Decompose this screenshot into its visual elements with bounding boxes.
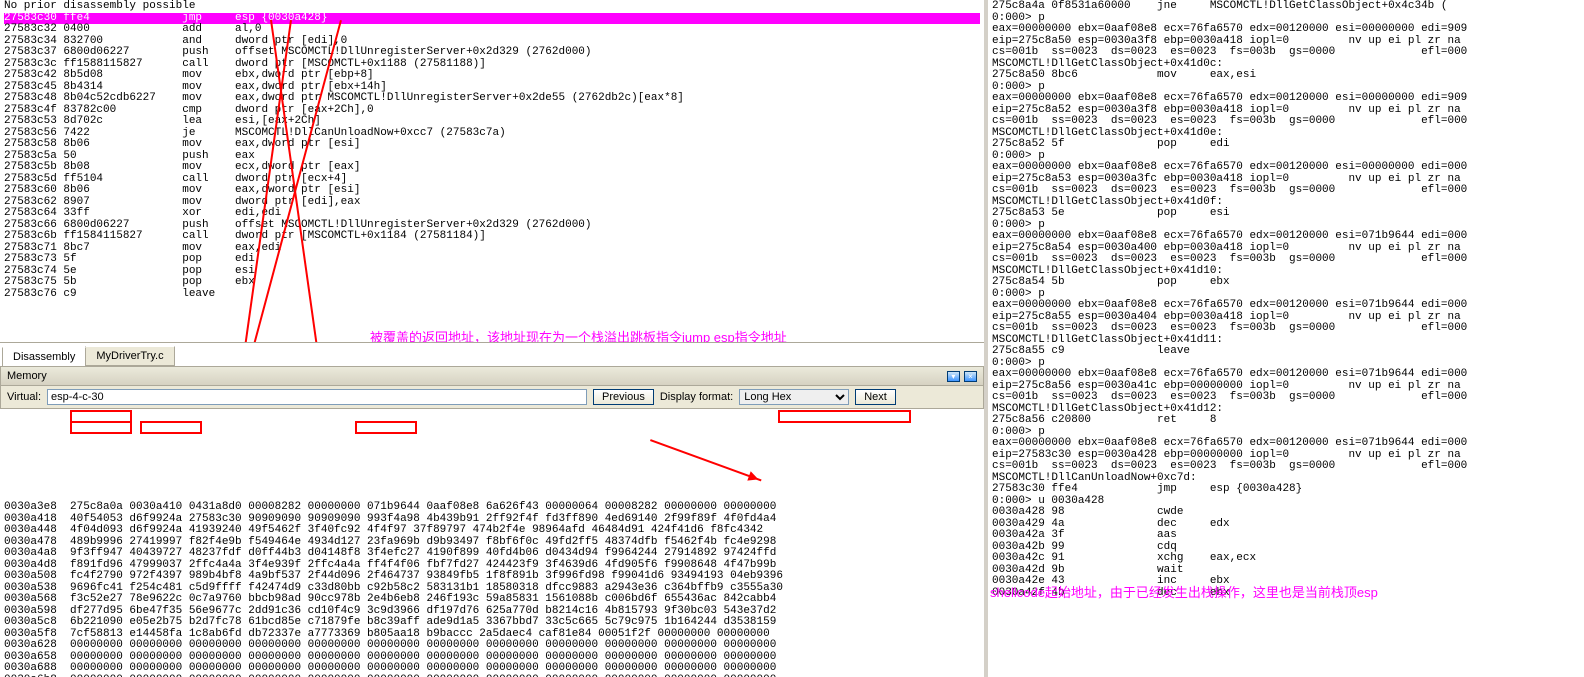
output-line: 0030a42c 91 xchg eax,ecx [992,553,1580,565]
disasm-row[interactable]: 27583c58 8b06 mov eax,dword ptr [esi] [4,139,980,151]
output-line: eax=00000000 ebx=0aaf08e8 ecx=76fa6570 e… [992,231,1580,243]
disasm-row[interactable]: 27583c42 8b5d08 mov ebx,dword ptr [ebp+8… [4,70,980,82]
disasm-row[interactable]: 27583c48 8b04c52cdb6227 mov eax,dword pt… [4,93,980,105]
output-line: 275c8a56 c20800 ret 8 [992,415,1580,427]
window-controls: ▾ × [946,370,977,382]
output-line: 275c8a55 c9 leave [992,346,1580,358]
output-line: 275c8a53 5e pop esi [992,208,1580,220]
memory-row: 0030a508 fc4f2790 972f4397 989b4bf8 4a9b… [4,571,980,583]
disasm-row[interactable]: 27583c53 8d702c lea esi,[eax+2Ch] [4,116,980,128]
output-line: 275c8a50 8bc6 mov eax,esi [992,70,1580,82]
arrow-to-shellcode [650,439,762,481]
redbox-5 [778,410,911,423]
memory-title: Memory [7,370,47,382]
disasm-row[interactable]: 27583c5b 8b08 mov ecx,dword ptr [eax] [4,162,980,174]
output-line: 275c8a4a 0f8531a60000 jne MSCOMCTL!DllGe… [992,1,1580,13]
disassembly-panel: No prior disassembly possible 27583c30 f… [0,0,984,342]
tab-bar: Disassembly MyDriverTry.c [0,342,984,366]
memory-row: 0030a628 00000000 00000000 00000000 0000… [4,640,980,652]
memory-row: 0030a688 00000000 00000000 00000000 0000… [4,663,980,675]
disasm-row[interactable]: 27583c73 5f pop edi [4,254,980,266]
memory-row: 0030a3e8 275c8a0a 0030a410 0431a8d0 0000… [4,502,980,514]
dropdown-icon[interactable]: ▾ [947,371,960,382]
output-line: 0030a42a 3f aas [992,530,1580,542]
command-output-panel[interactable]: 275c8a4a 0f8531a60000 jne MSCOMCTL!DllGe… [988,0,1584,677]
annotation-shellcode: shellcode起始地址，由于已经发生出栈操作，这里也是当前栈顶esp [990,582,1378,601]
memory-row: 0030a4a8 9f3ff947 40439727 48237fdf d0ff… [4,548,980,560]
next-button[interactable]: Next [855,389,896,405]
output-line: cs=001b ss=0023 ds=0023 es=0023 fs=003b … [992,254,1580,266]
close-icon[interactable]: × [964,371,977,382]
output-line: eax=00000000 ebx=0aaf08e8 ecx=76fa6570 e… [992,162,1580,174]
output-line: 275c8a54 5b pop ebx [992,277,1580,289]
memory-toolbar: Virtual: Previous Display format: Long H… [0,386,984,409]
output-line: eax=00000000 ebx=0aaf08e8 ecx=76fa6570 e… [992,93,1580,105]
redbox-4 [355,421,417,434]
output-line: cs=001b ss=0023 ds=0023 es=0023 fs=003b … [992,116,1580,128]
output-line: 275c8a52 5f pop edi [992,139,1580,151]
memory-titlebar: Memory ▾ × [0,366,984,386]
tab-disassembly[interactable]: Disassembly [2,347,86,367]
disasm-row[interactable]: 27583c37 6800d06227 push offset MSCOMCTL… [4,47,980,59]
previous-button[interactable]: Previous [593,389,654,405]
output-line: cs=001b ss=0023 ds=0023 es=0023 fs=003b … [992,47,1580,59]
memory-dump[interactable]: 0030a3e8 275c8a0a 0030a410 0431a8d0 0000… [0,409,984,677]
output-line: cs=001b ss=0023 ds=0023 es=0023 fs=003b … [992,323,1580,335]
virtual-label: Virtual: [7,391,41,403]
output-line: eax=00000000 ebx=0aaf08e8 ecx=76fa6570 e… [992,369,1580,381]
redbox-2 [70,421,132,434]
memory-row: 0030a448 4f04d093 d6f9924a 41939240 49f5… [4,525,980,537]
redbox-3 [140,421,202,434]
output-line: eax=00000000 ebx=0aaf08e8 ecx=76fa6570 e… [992,300,1580,312]
display-format-select[interactable]: Long Hex [739,389,849,405]
disasm-row[interactable]: 27583c64 33ff xor edi,edi [4,208,980,220]
output-line: eax=00000000 ebx=0aaf08e8 ecx=76fa6570 e… [992,24,1580,36]
disasm-header: No prior disassembly possible [4,1,980,13]
memory-row: 0030a568 f3c52e27 78e9622c 0c7a9760 bbcb… [4,594,980,606]
disasm-row[interactable]: 27583c75 5b pop ebx [4,277,980,289]
virtual-input[interactable] [47,389,587,405]
output-line: 0030a428 98 cwde [992,507,1580,519]
memory-row: 0030a5c8 6b221090 e05e2b75 b2d7fc78 61bc… [4,617,980,629]
annotation-return-address: 被覆盖的返回地址，该地址现在为一个栈溢出跳板指令jump esp指令地址 [370,332,787,342]
disasm-row[interactable]: 27583c6b ff1584115827 call dword ptr [MS… [4,231,980,243]
display-format-label: Display format: [660,391,733,403]
output-line: 27583c30 ffe4 jmp esp {0030a428} [992,484,1580,496]
output-line: cs=001b ss=0023 ds=0023 es=0023 fs=003b … [992,392,1580,404]
disasm-row[interactable]: 27583c76 c9 leave [4,289,980,301]
output-line: eax=00000000 ebx=0aaf08e8 ecx=76fa6570 e… [992,438,1580,450]
tab-mydrivertry[interactable]: MyDriverTry.c [85,346,174,366]
redbox-1 [70,410,132,423]
disasm-row[interactable]: 27583c32 0400 add al,0 [4,24,980,36]
disasm-row[interactable]: 27583c60 8b06 mov eax,dword ptr [esi] [4,185,980,197]
output-line: cs=001b ss=0023 ds=0023 es=0023 fs=003b … [992,461,1580,473]
output-line: cs=001b ss=0023 ds=0023 es=0023 fs=003b … [992,185,1580,197]
